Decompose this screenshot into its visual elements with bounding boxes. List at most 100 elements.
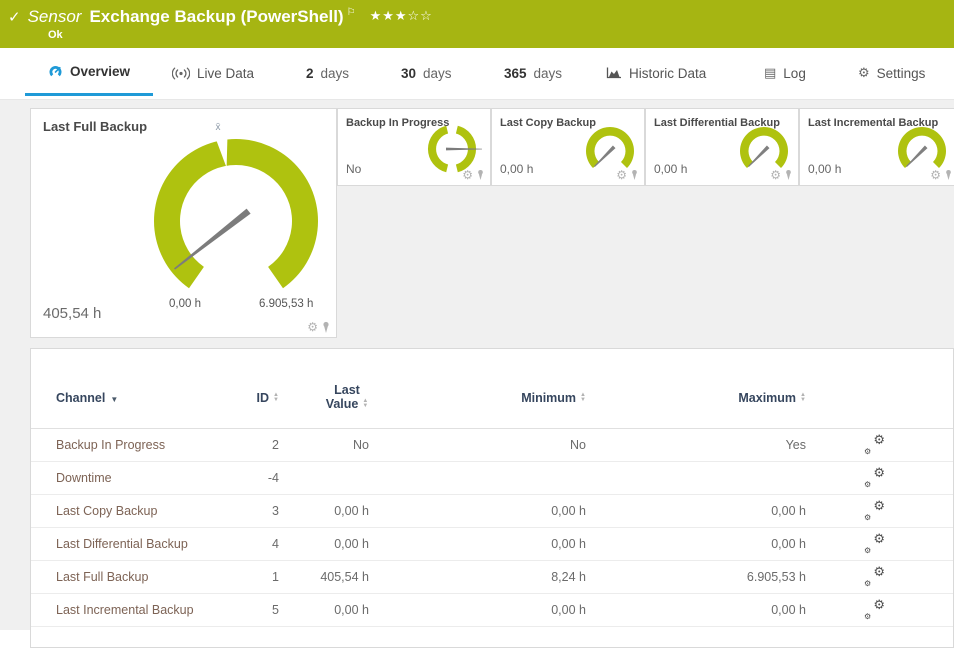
column-header-minimum[interactable]: Minimum▲▼ [466,391,586,405]
pin-icon[interactable] [476,169,485,181]
channel-minimum: 8,24 h [466,570,586,584]
channel-name-link[interactable]: Last Incremental Backup [56,603,194,617]
channel-settings-button[interactable]: ⚙⚙ [864,568,890,586]
channel-settings-button[interactable]: ⚙⚙ [864,469,890,487]
channel-last-value: No [259,438,369,452]
table-row: Last Differential Backup 4 0,00 h 0,00 h… [31,528,953,561]
sensor-tab-bar: Overview Live Data 2 days 30 days 365 da… [0,48,954,100]
gauge-panel-last-incremental-backup: Last Incremental Backup 0,00 h ⚙ [799,108,954,186]
gauge-value: 0,00 h [500,162,533,176]
tab-30-days[interactable]: 30 days [397,50,456,96]
double-gear-icon: ⚙⚙ [864,601,886,618]
gear-icon[interactable]: ⚙ [462,168,473,182]
sensor-status-banner: ✓ Sensor Exchange Backup (PowerShell) ⚐ … [0,0,954,48]
pin-icon[interactable] [630,169,639,181]
gauge-icon [48,65,63,78]
channel-settings-button[interactable]: ⚙⚙ [864,436,890,454]
tab-historic-data-label: Historic Data [629,66,706,81]
sort-icon: ▲▼ [273,393,279,403]
sensor-status-text: Ok [48,29,63,41]
tab-historic-data[interactable]: Historic Data [602,50,710,96]
tab-settings-label: Settings [877,66,926,81]
area-chart-icon [606,67,622,79]
column-header-last-value[interactable]: Last Value▲▼ [302,383,392,411]
pin-icon[interactable] [784,169,793,181]
gauge-value: No [346,162,361,176]
sort-icon: ▲▼ [362,399,368,409]
channel-last-value: 0,00 h [259,537,369,551]
panel-actions: ⚙ [770,168,793,182]
double-gear-icon: ⚙⚙ [864,436,886,453]
tab-365-days[interactable]: 365 days [500,50,566,96]
double-gear-icon: ⚙⚙ [864,502,886,519]
pin-icon[interactable] [944,169,953,181]
tab-log[interactable]: ▤ Log [760,50,810,96]
gauge-panel-last-copy-backup: Last Copy Backup 0,00 h ⚙ [491,108,645,186]
tab-2-days-unit: days [321,66,350,81]
panel-actions: ⚙ [930,168,953,182]
column-header-id[interactable]: ID▲▼ [179,391,279,405]
column-header-maximum[interactable]: Maximum▲▼ [686,391,806,405]
gauge-panel-last-differential-backup: Last Differential Backup 0,00 h ⚙ [645,108,799,186]
column-header-value-label: Value [326,397,359,411]
channel-name-link[interactable]: Last Copy Backup [56,504,157,518]
ok-check-icon: ✓ [8,8,21,26]
overview-content: Last Full Backup x̄ 0,00 h 6.905,53 h 40… [0,100,954,630]
double-gear-icon: ⚙⚙ [864,535,886,552]
channel-name-link[interactable]: Backup In Progress [56,438,165,452]
channel-last-value: 0,00 h [259,504,369,518]
sort-icon: ▲▼ [800,393,806,403]
panel-actions: ⚙ [462,168,485,182]
double-gear-icon: ⚙⚙ [864,568,886,585]
channel-minimum: No [466,438,586,452]
channel-maximum: Yes [686,438,806,452]
channel-name-link[interactable]: Last Full Backup [56,570,148,584]
broadcast-icon [172,67,190,80]
channel-table-header: Channel▼ ID▲▼ Last Value▲▼ Minimum▲▼ Max… [31,349,953,429]
tab-365-days-number: 365 [504,66,527,81]
log-list-icon: ▤ [764,66,776,81]
channel-settings-button[interactable]: ⚙⚙ [864,502,890,520]
gauge-value: 0,00 h [808,162,841,176]
channel-maximum: 6.905,53 h [686,570,806,584]
gear-icon[interactable]: ⚙ [930,168,941,182]
gear-icon[interactable]: ⚙ [616,168,627,182]
table-row: Backup In Progress 2 No No Yes ⚙⚙ [31,429,953,462]
pin-icon[interactable] [321,321,331,334]
gauge-max-label: 6.905,53 h [259,298,313,310]
last-full-backup-gauge: x̄ [131,121,341,293]
column-header-channel-label: Channel [56,391,105,405]
channel-minimum: 0,00 h [466,603,586,617]
gauge-panel-backup-in-progress: Backup In Progress No ⚙ [337,108,491,186]
gauge-needle [748,146,770,168]
channel-id: -4 [179,471,279,485]
gauge-needle [174,209,251,270]
channel-name-link[interactable]: Last Differential Backup [56,537,188,551]
gauge-panel-last-full-backup: Last Full Backup x̄ 0,00 h 6.905,53 h 40… [30,108,337,338]
table-row: Last Full Backup 1 405,54 h 8,24 h 6.905… [31,561,953,594]
tab-30-days-number: 30 [401,66,416,81]
priority-stars[interactable]: ★★★☆☆ [370,8,433,24]
column-header-channel[interactable]: Channel▼ [56,391,118,405]
column-header-id-label: ID [257,391,270,405]
tab-settings[interactable]: ⚙ Settings [854,50,929,96]
gear-icon[interactable]: ⚙ [307,320,318,334]
tab-log-label: Log [783,66,806,81]
channel-minimum: 0,00 h [466,504,586,518]
tab-live-data[interactable]: Live Data [168,50,258,96]
channel-settings-button[interactable]: ⚙⚙ [864,601,890,619]
tab-overview[interactable]: Overview [25,50,153,96]
object-kind-label: Sensor [28,7,82,27]
channel-last-value: 0,00 h [259,603,369,617]
channel-maximum: 0,00 h [686,504,806,518]
flag-icon[interactable]: ⚐ [347,7,356,18]
gear-icon[interactable]: ⚙ [770,168,781,182]
sort-icon: ▲▼ [580,393,586,403]
tab-30-days-unit: days [423,66,452,81]
channel-settings-button[interactable]: ⚙⚙ [864,535,890,553]
tab-2-days[interactable]: 2 days [302,50,353,96]
gear-icon: ⚙ [858,66,870,81]
channel-name-link[interactable]: Downtime [56,471,112,485]
table-row: Last Incremental Backup 5 0,00 h 0,00 h … [31,594,953,627]
channel-maximum: 0,00 h [686,603,806,617]
